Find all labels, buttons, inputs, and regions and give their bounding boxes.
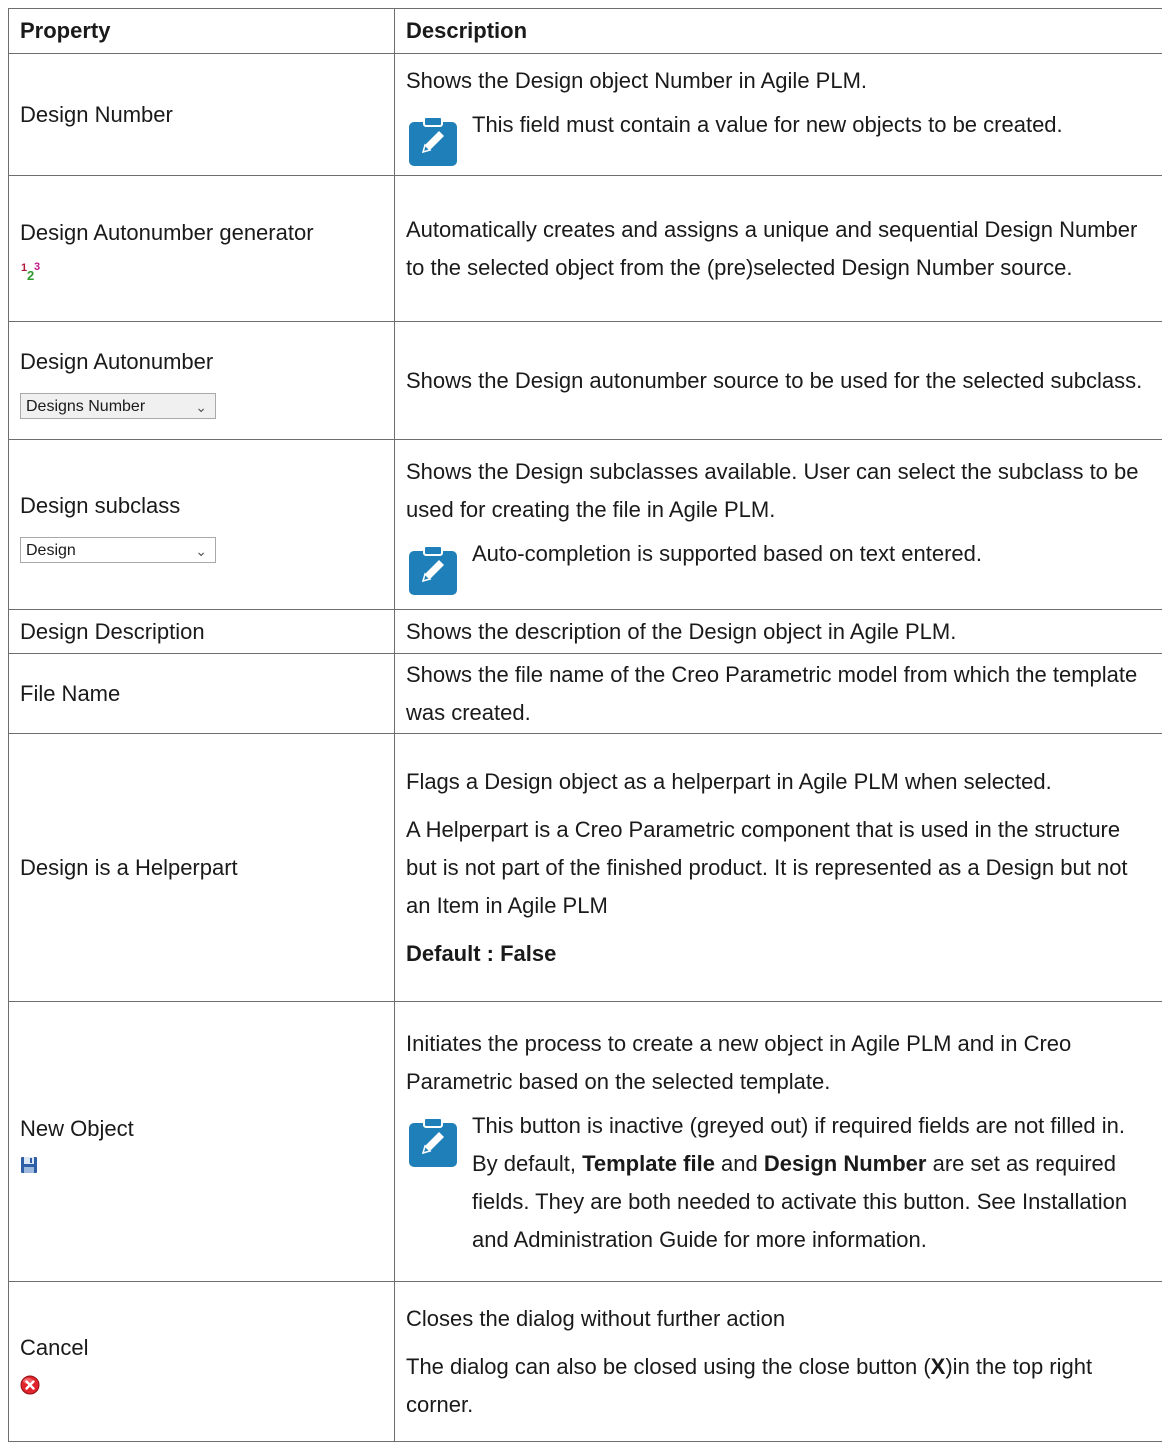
description-cell: Shows the Design object Number in Agile … [395,54,1162,176]
description-text: Shows the Design object Number in Agile … [406,62,1151,100]
description-text: Initiates the process to create a new ob… [406,1025,1151,1101]
description-cell: Initiates the process to create a new ob… [395,1002,1162,1282]
description-text: Closes the dialog without further action [406,1300,1151,1338]
description-text: The dialog can also be closed using the … [406,1348,1151,1424]
property-name: Cancel [20,1335,88,1360]
property-name: File Name [20,681,120,706]
table-row: Design Number Shows the Design object Nu… [9,54,1162,176]
note-text: Auto-completion is supported based on te… [472,535,1151,573]
properties-table: Property Description Design Number Shows… [8,8,1162,1442]
subclass-select[interactable]: Design ⌄ [20,537,216,563]
description-cell: Flags a Design object as a helperpart in… [395,734,1162,1002]
chevron-down-icon: ⌄ [195,394,207,420]
property-cell: Design Autonumber Designs Number ⌄ [9,322,395,440]
property-name: Design Number [20,102,173,127]
description-text: Shows the Design autonumber source to be… [406,362,1151,400]
property-cell: Design Description [9,610,395,654]
description-cell: Shows the file name of the Creo Parametr… [395,654,1162,734]
close-x-label: X [931,1354,946,1379]
description-text: Automatically creates and assigns a uniq… [406,211,1151,287]
subclass-value: Design [26,542,76,559]
property-cell: Design is a Helperpart [9,734,395,1002]
property-cell: Design Autonumber generator 1 2 3 [9,176,395,322]
table-row: Design subclass Design ⌄ Shows the Desig… [9,440,1162,610]
description-text: Shows the Design subclasses available. U… [406,453,1151,529]
header-property: Property [9,9,395,54]
note-pencil-icon [406,1115,460,1169]
autonumber-123-icon[interactable]: 1 2 3 [20,260,44,284]
note-text: This button is inactive (greyed out) if … [472,1107,1151,1259]
table-row: Design Autonumber Designs Number ⌄ Shows… [9,322,1162,440]
property-name: Design Autonumber generator [20,220,314,245]
description-text: A Helperpart is a Creo Parametric compon… [406,811,1151,925]
table-row: Design is a Helperpart Flags a Design ob… [9,734,1162,1002]
note: This field must contain a value for new … [406,106,1151,168]
property-cell: Cancel [9,1282,395,1442]
property-cell: File Name [9,654,395,734]
default-value: Default : False [406,935,1151,973]
description-cell: Shows the description of the Design obje… [395,610,1162,654]
property-cell: Design subclass Design ⌄ [9,440,395,610]
svg-text:3: 3 [34,261,40,273]
table-row: Design Autonumber generator 1 2 3 Automa… [9,176,1162,322]
desc-text-part: The dialog can also be closed using the … [406,1354,931,1379]
property-cell: Design Number [9,54,395,176]
note: Auto-completion is supported based on te… [406,535,1151,597]
property-name: Design is a Helperpart [20,855,238,880]
table-row: File Name Shows the file name of the Cre… [9,654,1162,734]
property-name: Design subclass [20,493,180,518]
description-cell: Closes the dialog without further action… [395,1282,1162,1442]
note-bold-design-number: Design Number [764,1151,927,1176]
description-text: Shows the description of the Design obje… [406,613,1151,651]
header-description: Description [395,9,1162,54]
description-cell: Automatically creates and assigns a uniq… [395,176,1162,322]
note-pencil-icon [406,543,460,597]
autonumber-source-select[interactable]: Designs Number ⌄ [20,393,216,419]
note-text-part: and [715,1151,764,1176]
description-text: Flags a Design object as a helperpart in… [406,763,1151,801]
property-name: Design Description [20,619,205,644]
table-row: New Object Initiates the process to crea… [9,1002,1162,1282]
note-text: This field must contain a value for new … [472,106,1151,144]
note: This button is inactive (greyed out) if … [406,1107,1151,1259]
table-row: Design Description Shows the description… [9,610,1162,654]
property-name: Design Autonumber [20,349,213,374]
description-cell: Shows the Design subclasses available. U… [395,440,1162,610]
note-bold-template-file: Template file [582,1151,715,1176]
note-pencil-icon [406,114,460,168]
property-cell: New Object [9,1002,395,1282]
property-name: New Object [20,1116,134,1141]
save-disk-icon[interactable] [20,1156,38,1174]
table-row: Cancel Closes the dialog without further… [9,1282,1162,1442]
description-cell: Shows the Design autonumber source to be… [395,322,1162,440]
description-text: Shows the file name of the Creo Parametr… [406,656,1151,732]
autonumber-source-value: Designs Number [26,398,145,415]
header-row: Property Description [9,9,1162,54]
default-value-text: Default : False [406,941,556,966]
cancel-circle-icon[interactable] [20,1375,40,1395]
chevron-down-icon: ⌄ [195,538,207,564]
